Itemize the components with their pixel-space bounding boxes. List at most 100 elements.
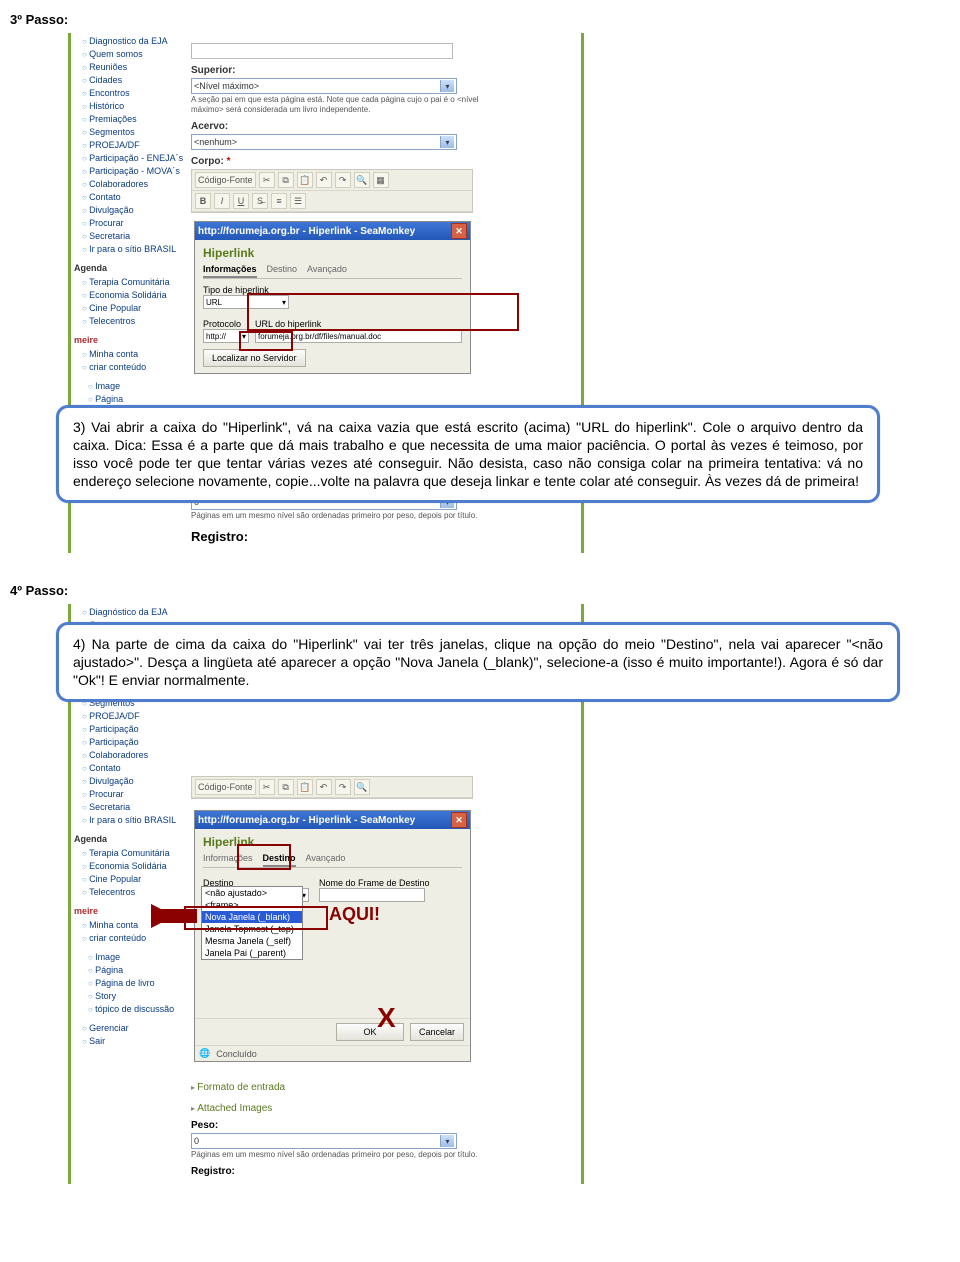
chevron-down-icon[interactable]: ▾ bbox=[440, 1135, 454, 1147]
sidebar-item[interactable]: Secretaria bbox=[82, 801, 190, 814]
source-button[interactable]: Código-Fonte bbox=[195, 779, 256, 795]
redo-icon[interactable]: ↷ bbox=[335, 172, 351, 188]
sidebar-item[interactable]: Premiações bbox=[82, 113, 190, 126]
redo-icon[interactable]: ↷ bbox=[335, 779, 351, 795]
sidebar-item[interactable]: Ir para o sítio BRASIL bbox=[82, 243, 190, 256]
sidebar-item[interactable]: PROEJA/DF bbox=[82, 139, 190, 152]
dialog-titlebar[interactable]: http://forumeja.org.br - Hiperlink - Sea… bbox=[195, 811, 470, 829]
paste-icon[interactable]: 📋 bbox=[297, 779, 313, 795]
sidebar-item[interactable]: Telecentros bbox=[82, 886, 190, 899]
tab-avançado[interactable]: Avançado bbox=[307, 264, 347, 278]
find-icon[interactable]: 🔍 bbox=[354, 779, 370, 795]
x-mark: X bbox=[377, 1002, 396, 1034]
sidebar-item[interactable]: tópico de discussão bbox=[88, 1003, 190, 1016]
sidebar-item[interactable]: Diagnostico da EJA bbox=[82, 35, 190, 48]
main-form: Superior: <Nível máximo> ▾ A seção pai e… bbox=[191, 33, 581, 213]
acervo-select[interactable]: <nenhum> ▾ bbox=[191, 134, 457, 150]
frame-input[interactable] bbox=[319, 888, 425, 902]
acervo-value: <nenhum> bbox=[194, 137, 237, 147]
sidebar-item[interactable]: Economia Solidária bbox=[82, 289, 190, 302]
list-ul-icon[interactable]: ☰ bbox=[290, 193, 306, 209]
sidebar-item[interactable]: Cine Popular bbox=[82, 302, 190, 315]
rich-text-editor[interactable]: Código-Fonte ✂ ⧉ 📋 ↶ ↷ 🔍 ▦ B I U S̶ ≡ ☰ bbox=[191, 169, 473, 213]
sidebar-item[interactable]: Reuniões bbox=[82, 61, 190, 74]
rich-text-editor[interactable]: Código-Fonte ✂ ⧉ 📋 ↶ ↷ 🔍 bbox=[191, 776, 473, 799]
copy-icon[interactable]: ⧉ bbox=[278, 172, 294, 188]
sidebar-item[interactable]: Colaboradores bbox=[82, 178, 190, 191]
sidebar-item[interactable]: Diagnóstico da EJA bbox=[82, 606, 190, 619]
sidebar-item[interactable]: criar conteúdo bbox=[82, 361, 190, 374]
superior-select[interactable]: <Nível máximo> ▾ bbox=[191, 78, 457, 94]
sidebar-item[interactable]: Quem somos bbox=[82, 48, 190, 61]
underline-icon[interactable]: U bbox=[233, 193, 249, 209]
sidebar-item[interactable]: Economia Solidária bbox=[82, 860, 190, 873]
dropdown-option[interactable]: Mesma Janela (_self) bbox=[202, 935, 302, 947]
dialog-titlebar[interactable]: http://forumeja.org.br - Hiperlink - Sea… bbox=[195, 222, 470, 240]
tab-destino[interactable]: Destino bbox=[267, 264, 298, 278]
collapsible-formato[interactable]: Formato de entrada bbox=[191, 1082, 581, 1093]
sidebar-item[interactable]: Participação - ENEJA´s bbox=[82, 152, 190, 165]
agenda-header: Agenda bbox=[74, 833, 190, 845]
tab-avançado[interactable]: Avançado bbox=[306, 853, 346, 867]
sidebar-item[interactable]: Sair bbox=[82, 1035, 190, 1048]
find-icon[interactable]: 🔍 bbox=[354, 172, 370, 188]
source-button[interactable]: Código-Fonte bbox=[195, 172, 256, 188]
sidebar-item[interactable]: Participação - MOVA´s bbox=[82, 165, 190, 178]
sidebar-item[interactable]: criar conteúdo bbox=[82, 932, 190, 945]
sidebar-item[interactable]: Contato bbox=[82, 762, 190, 775]
collapsible-attached[interactable]: Attached Images bbox=[191, 1103, 581, 1114]
strike-icon[interactable]: S̶ bbox=[252, 193, 268, 209]
sidebar-item[interactable]: PROEJA/DF bbox=[82, 710, 190, 723]
callout-step4: 4) Na parte de cima da caixa do "Hiperli… bbox=[56, 622, 900, 702]
generic-input[interactable] bbox=[191, 43, 453, 59]
paste-icon[interactable]: 📋 bbox=[297, 172, 313, 188]
sidebar-item[interactable]: Página bbox=[88, 964, 190, 977]
bold-icon[interactable]: B bbox=[195, 193, 211, 209]
sidebar-item[interactable]: Procurar bbox=[82, 217, 190, 230]
sidebar-item[interactable]: Procurar bbox=[82, 788, 190, 801]
sidebar-item[interactable]: Colaboradores bbox=[82, 749, 190, 762]
dropdown-option[interactable]: Janela Pai (_parent) bbox=[202, 947, 302, 959]
peso-select[interactable]: 0 ▾ bbox=[191, 1133, 457, 1149]
localizar-button[interactable]: Localizar no Servidor bbox=[203, 349, 306, 367]
sidebar-item[interactable]: Divulgação bbox=[82, 775, 190, 788]
sidebar-item[interactable]: Terapia Comunitária bbox=[82, 847, 190, 860]
sidebar-item[interactable]: Divulgação bbox=[82, 204, 190, 217]
sidebar-item[interactable]: Segmentos bbox=[82, 126, 190, 139]
sidebar-item[interactable]: Participação bbox=[82, 736, 190, 749]
sidebar-item[interactable]: Cidades bbox=[82, 74, 190, 87]
sidebar-item[interactable]: Participação bbox=[82, 723, 190, 736]
sidebar-item[interactable]: Cine Popular bbox=[82, 873, 190, 886]
cancel-button[interactable]: Cancelar bbox=[410, 1023, 464, 1041]
sidebar-item[interactable]: Telecentros bbox=[82, 315, 190, 328]
copy-icon[interactable]: ⧉ bbox=[278, 779, 294, 795]
sidebar-item[interactable]: Encontros bbox=[82, 87, 190, 100]
italic-icon[interactable]: I bbox=[214, 193, 230, 209]
highlight-url-field bbox=[247, 293, 519, 331]
sidebar-item[interactable]: Ir para o sítio BRASIL bbox=[82, 814, 190, 827]
chevron-down-icon[interactable]: ▾ bbox=[440, 136, 454, 148]
undo-icon[interactable]: ↶ bbox=[316, 779, 332, 795]
sidebar-item[interactable]: Secretaria bbox=[82, 230, 190, 243]
tab-informações[interactable]: Informações bbox=[203, 264, 257, 278]
sidebar-item[interactable]: Image bbox=[88, 951, 190, 964]
highlight-destino-tab bbox=[237, 844, 291, 870]
cut-icon[interactable]: ✂ bbox=[259, 172, 275, 188]
sidebar-item[interactable]: Contato bbox=[82, 191, 190, 204]
sidebar-item[interactable]: Image bbox=[88, 380, 190, 393]
close-icon[interactable]: ✕ bbox=[451, 812, 467, 828]
close-icon[interactable]: ✕ bbox=[451, 223, 467, 239]
list-ol-icon[interactable]: ≡ bbox=[271, 193, 287, 209]
sidebar-item[interactable]: Página de livro bbox=[88, 977, 190, 990]
sidebar-item[interactable]: Gerenciar bbox=[82, 1022, 190, 1035]
sidebar-item[interactable]: Minha conta bbox=[82, 348, 190, 361]
sidebar-item[interactable]: Histórico bbox=[82, 100, 190, 113]
cut-icon[interactable]: ✂ bbox=[259, 779, 275, 795]
sidebar-item[interactable]: Terapia Comunitária bbox=[82, 276, 190, 289]
undo-icon[interactable]: ↶ bbox=[316, 172, 332, 188]
chevron-down-icon[interactable]: ▾ bbox=[440, 80, 454, 92]
dropdown-option[interactable]: <não ajustado> bbox=[202, 887, 302, 899]
dialog-title: http://forumeja.org.br - Hiperlink - Sea… bbox=[198, 226, 415, 237]
table-icon[interactable]: ▦ bbox=[373, 172, 389, 188]
sidebar-item[interactable]: Story bbox=[88, 990, 190, 1003]
